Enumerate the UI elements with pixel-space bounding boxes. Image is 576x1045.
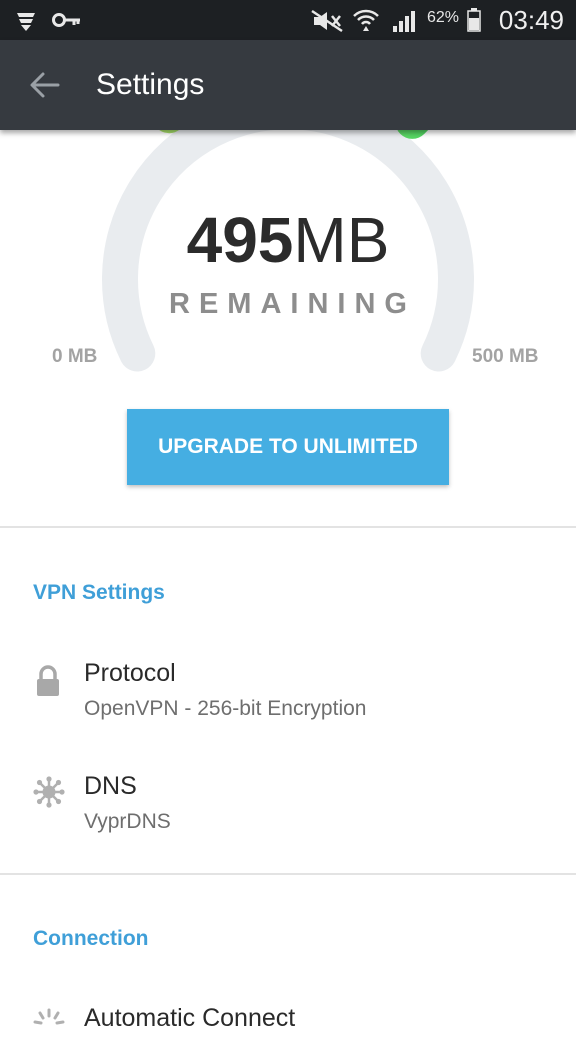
gauge-max-label: 500 MB	[472, 346, 539, 367]
battery-percent: 62%	[427, 9, 460, 26]
remaining-label: REMAINING	[169, 288, 416, 320]
dns-icon	[33, 776, 65, 813]
divider	[0, 873, 576, 875]
setting-protocol[interactable]: Protocol OpenVPN - 256-bit Encryption	[0, 659, 576, 729]
lock-icon	[33, 665, 63, 702]
mute-icon	[310, 9, 344, 38]
section-header-vpn-settings: VPN Settings	[33, 581, 165, 604]
divider	[0, 526, 576, 528]
remaining-amount-value: 495	[186, 204, 294, 276]
key-icon	[52, 9, 82, 36]
status-bar: 62% 03:49	[0, 0, 576, 40]
arrow-left-icon[interactable]	[28, 70, 62, 100]
wifi-icon	[352, 6, 380, 39]
setting-automatic-connect[interactable]: Automatic Connect	[0, 1004, 576, 1032]
vyprvpn-icon	[14, 9, 38, 38]
upgrade-button[interactable]: UPGRADE TO UNLIMITED	[127, 409, 449, 485]
section-header-connection: Connection	[33, 927, 149, 950]
remaining-amount-unit: MB	[293, 204, 390, 276]
auto-connect-icon	[33, 1008, 65, 1045]
protocol-subtitle: OpenVPN - 256-bit Encryption	[84, 697, 367, 720]
gauge-min-label: 0 MB	[52, 346, 98, 367]
remaining-amount: 495MB	[0, 205, 576, 275]
app-bar: Settings	[0, 40, 576, 130]
automatic-connect-title: Automatic Connect	[84, 1004, 296, 1032]
battery-icon	[467, 8, 481, 37]
page-title: Settings	[96, 68, 205, 101]
signal-icon	[392, 9, 418, 38]
setting-dns[interactable]: DNS VyprDNS	[0, 772, 576, 842]
dns-title: DNS	[84, 772, 137, 800]
clock: 03:49	[498, 5, 564, 35]
protocol-title: Protocol	[84, 659, 176, 687]
dns-subtitle: VyprDNS	[84, 810, 171, 833]
